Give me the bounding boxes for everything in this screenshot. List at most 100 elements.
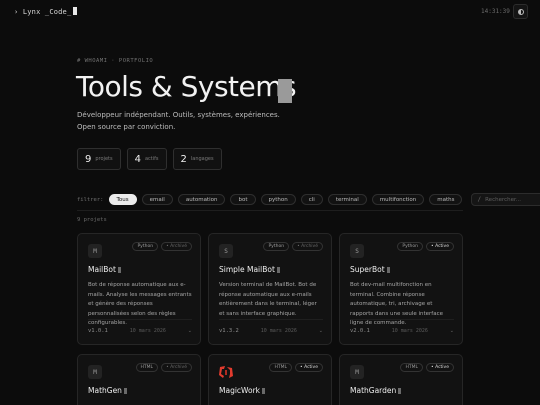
cursor-icon	[262, 388, 266, 394]
project-avatar: S	[219, 244, 233, 258]
contrast-icon	[518, 9, 524, 15]
chevron-down-icon[interactable]: ⌄	[319, 328, 323, 334]
search-box: /	[471, 193, 540, 206]
description-line: Open source par conviction.	[77, 123, 176, 131]
project-badges: HTML • Active	[269, 363, 323, 372]
filter-label: filtrer:	[77, 196, 104, 203]
project-name: MailBot	[88, 265, 121, 274]
language-badge: Python	[263, 242, 290, 251]
filter-chip-email[interactable]: email	[141, 194, 173, 205]
project-name: MagicWork	[219, 386, 266, 395]
project-footer: v2.0.1 10 mars 2026 ⌄	[350, 328, 454, 334]
filter-bar: filtrer: Tous email automation bot pytho…	[77, 193, 540, 206]
filter-chip-tous[interactable]: Tous	[108, 194, 137, 205]
project-date: 10 mars 2026	[260, 328, 297, 334]
project-name-text: SuperBot	[350, 265, 385, 274]
stat-value: 2	[180, 153, 187, 165]
project-name: Simple MailBot	[219, 265, 280, 274]
theme-toggle-button[interactable]	[513, 4, 528, 19]
cursor-block-icon	[73, 7, 78, 15]
filter-chip-multifonction[interactable]: multifonction	[371, 194, 425, 205]
project-description: Bot de réponse automatique aux e-mails. …	[88, 282, 192, 326]
language-badge: HTML	[269, 363, 292, 372]
stat-active: 4 actifs	[126, 148, 167, 170]
project-footer: v1.0.1 10 mars 2026 ⌄	[88, 328, 192, 334]
project-card-superbot[interactable]: S Python • Active SuperBot Bot dev-mail …	[339, 233, 463, 345]
stat-projects: 9 projets	[77, 148, 121, 170]
breadcrumb: # WHOAMI · PORTFOLIO	[77, 58, 154, 64]
project-avatar: M	[88, 244, 102, 258]
card-divider	[88, 319, 192, 320]
filter-chip-python[interactable]: python	[260, 194, 296, 205]
stats-row: 9 projets 4 actifs 2 langages	[77, 148, 222, 170]
cursor-icon	[398, 388, 402, 394]
page-description: Développeur indépendant. Outils, système…	[77, 109, 280, 133]
card-divider	[219, 319, 323, 320]
site-logo[interactable]: › Lynx _Code_	[14, 7, 78, 16]
project-footer: v1.3.2 10 mars 2026 ⌄	[219, 328, 323, 334]
project-avatar: M	[88, 365, 102, 379]
project-name-text: MagicWork	[219, 386, 261, 395]
status-badge: • Archivé	[161, 242, 192, 251]
stat-value: 9	[85, 153, 92, 165]
search-input[interactable]	[485, 196, 540, 203]
project-badges: Python • Archivé	[263, 242, 323, 251]
cursor-icon	[276, 267, 280, 273]
project-avatar: S	[350, 244, 364, 258]
project-name-text: MathGarden	[350, 386, 397, 395]
chevron-down-icon[interactable]: ⌄	[188, 328, 192, 334]
filter-chip-terminal[interactable]: terminal	[327, 194, 367, 205]
language-badge: Python	[397, 242, 423, 251]
project-card-simple-mailbot[interactable]: S Python • Archivé Simple MailBot Versio…	[208, 233, 332, 345]
filter-chip-cli[interactable]: cli	[300, 194, 323, 205]
filter-chip-bot[interactable]: bot	[230, 194, 256, 205]
title-cursor-icon	[278, 79, 292, 103]
status-badge: • Active	[425, 363, 454, 372]
project-avatar: M	[350, 365, 364, 379]
project-description: Version terminal de MailBot. Bot de répo…	[219, 282, 317, 317]
project-name: SuperBot	[350, 265, 390, 274]
language-badge: HTML	[400, 363, 423, 372]
page-title: Tools & Systems	[76, 70, 297, 103]
project-name-text: MailBot	[88, 265, 116, 274]
status-badge: • Archivé	[161, 363, 192, 372]
status-badge: • Active	[294, 363, 323, 372]
filter-chip-automation[interactable]: automation	[177, 194, 226, 205]
project-card-mathgarden[interactable]: M HTML • Active MathGarden	[339, 354, 463, 405]
status-badge: • Active	[425, 242, 454, 251]
clock: 14:31:39	[481, 8, 510, 15]
project-name: MathGarden	[350, 386, 402, 395]
project-name: MathGen	[88, 386, 127, 395]
top-bar: › Lynx _Code_ 14:31:39	[0, 0, 540, 24]
cursor-icon	[386, 267, 390, 273]
project-card-mailbot[interactable]: M Python • Archivé MailBot Bot de répons…	[77, 233, 201, 345]
stat-label: actifs	[144, 156, 159, 162]
project-card-magicwork[interactable]: HTML • Active MagicWork	[208, 354, 332, 405]
divider	[77, 210, 463, 211]
filter-chip-maths[interactable]: maths	[429, 194, 463, 205]
project-count: 9 projets	[77, 217, 107, 223]
description-line: Développeur indépendant. Outils, système…	[77, 111, 280, 119]
language-badge: HTML	[135, 363, 159, 372]
status-badge: • Archivé	[292, 242, 323, 251]
logo-text: › Lynx _Code_	[14, 8, 72, 16]
project-version: v1.0.1	[88, 328, 108, 334]
chevron-down-icon[interactable]: ⌄	[450, 328, 454, 334]
card-divider	[350, 319, 454, 320]
cursor-icon	[123, 388, 127, 394]
project-badges: Python • Active	[397, 242, 454, 251]
project-name-text: Simple MailBot	[219, 265, 275, 274]
cursor-icon	[117, 267, 121, 273]
project-date: 10 mars 2026	[129, 328, 166, 334]
project-version: v2.0.1	[350, 328, 370, 334]
project-badges: Python • Archivé	[132, 242, 192, 251]
search-slash-icon: /	[477, 196, 482, 203]
project-description: Bot dev-mail multifonction en terminal. …	[350, 282, 444, 326]
stat-languages: 2 langages	[172, 148, 222, 170]
stat-label: projets	[95, 156, 113, 162]
project-card-mathgen[interactable]: M HTML • Archivé MathGen	[77, 354, 201, 405]
project-version: v1.3.2	[219, 328, 239, 334]
project-badges: HTML • Archivé	[135, 363, 192, 372]
language-badge: Python	[132, 242, 159, 251]
project-date: 10 mars 2026	[391, 328, 428, 334]
